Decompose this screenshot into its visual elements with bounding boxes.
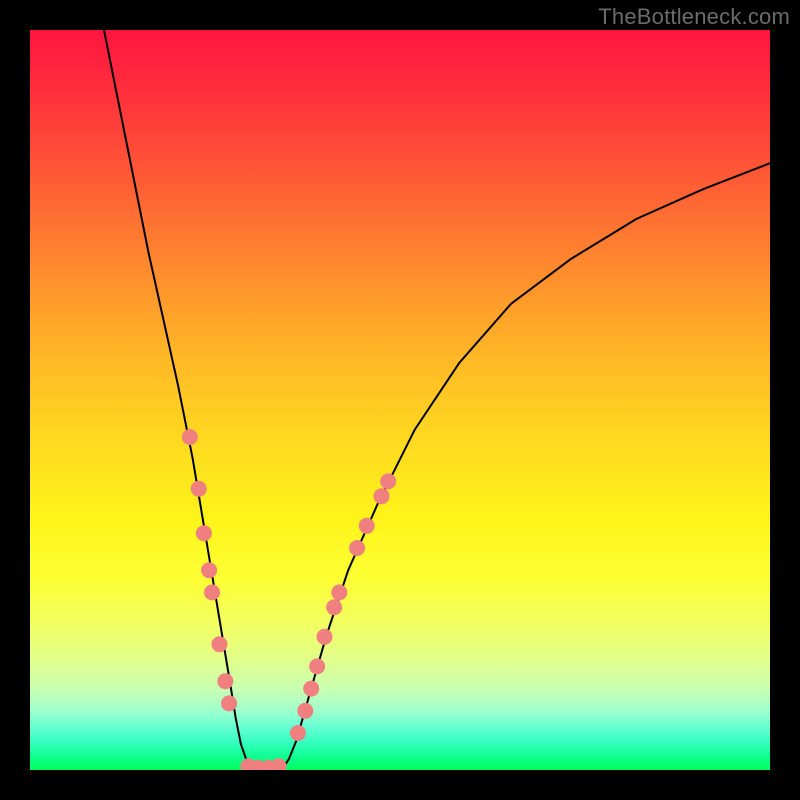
data-dot	[317, 629, 333, 645]
data-dot	[326, 599, 342, 615]
bottleneck-curve-svg	[30, 30, 770, 770]
plot-area	[30, 30, 770, 770]
data-dot	[290, 725, 306, 741]
data-dot	[191, 481, 207, 497]
data-dot	[271, 758, 287, 770]
data-dot	[217, 673, 233, 689]
dots-group	[182, 429, 396, 770]
data-dot	[201, 562, 217, 578]
attribution-text: TheBottleneck.com	[598, 4, 790, 30]
data-dot	[359, 518, 375, 534]
bottleneck-curve	[104, 30, 770, 770]
data-dot	[297, 703, 313, 719]
data-dot	[196, 525, 212, 541]
data-dot	[182, 429, 198, 445]
data-dot	[303, 681, 319, 697]
chart-frame: TheBottleneck.com	[0, 0, 800, 800]
curve-group	[104, 30, 770, 770]
data-dot	[211, 636, 227, 652]
data-dot	[221, 695, 237, 711]
data-dot	[374, 488, 390, 504]
data-dot	[204, 584, 220, 600]
data-dot	[309, 658, 325, 674]
data-dot	[380, 473, 396, 489]
data-dot	[349, 540, 365, 556]
data-dot	[331, 584, 347, 600]
